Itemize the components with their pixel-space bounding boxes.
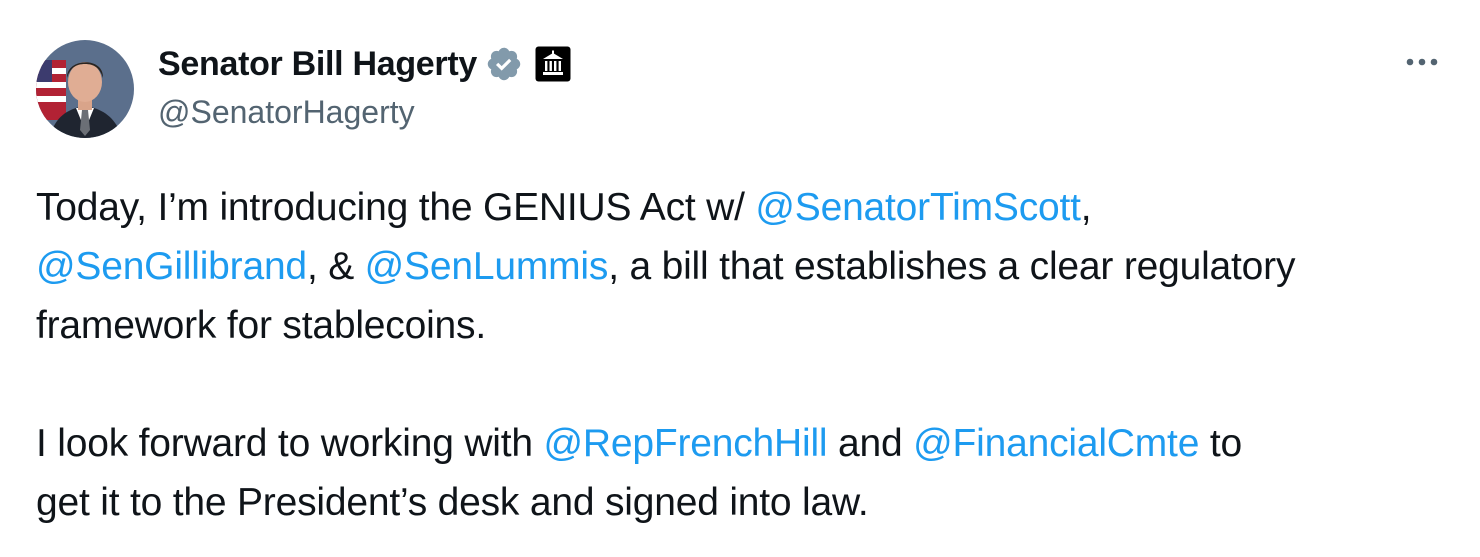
tweet-text-segment: and	[827, 422, 914, 465]
avatar[interactable]	[36, 40, 134, 138]
tweet-line: I look forward to working with @RepFrenc…	[36, 414, 1456, 473]
avatar-photo	[36, 40, 134, 138]
mention-repfrenchhill[interactable]: @RepFrenchHill	[544, 422, 828, 465]
tweet-line: get it to the President’s desk and signe…	[36, 473, 1456, 532]
verified-badge-icon	[485, 45, 523, 83]
tweet-text-segment: , &	[306, 245, 365, 288]
tweet-text-segment: Today, I’m introducing the GENIUS Act w/	[36, 186, 756, 229]
tweet-text-segment: , a bill that establishes a clear regula…	[608, 245, 1296, 288]
government-building-icon[interactable]	[535, 46, 571, 82]
tweet-line: @SenGillibrand, & @SenLummis, a bill tha…	[36, 237, 1456, 296]
author-name-row: Senator Bill Hagerty	[158, 42, 571, 86]
tweet-text-segment: to	[1199, 422, 1242, 465]
tweet-text: Today, I’m introducing the GENIUS Act w/…	[36, 178, 1456, 532]
tweet-text-segment: I look forward to working with	[36, 422, 544, 465]
tweet-card: Senator Bill Hagerty @SenatorHagerty Tod…	[0, 0, 1480, 557]
display-name[interactable]: Senator Bill Hagerty	[158, 45, 477, 84]
more-options-icon	[1406, 58, 1438, 66]
mention-senlummis[interactable]: @SenLummis	[365, 245, 609, 288]
more-options-button[interactable]	[1400, 44, 1444, 80]
mention-senatortimscott[interactable]: @SenatorTimScott	[755, 186, 1081, 229]
author-handle[interactable]: @SenatorHagerty	[158, 94, 415, 131]
paragraph-break	[36, 355, 1456, 414]
tweet-text-segment: framework for stablecoins.	[36, 304, 486, 347]
tweet-text-segment: get it to the President’s desk and signe…	[36, 481, 869, 524]
mention-sengillibrand[interactable]: @SenGillibrand	[36, 245, 307, 288]
tweet-text-segment: ,	[1080, 186, 1092, 229]
tweet-line: Today, I’m introducing the GENIUS Act w/…	[36, 178, 1456, 237]
tweet-line: framework for stablecoins.	[36, 296, 1456, 355]
mention-financialcmte[interactable]: @FinancialCmte	[913, 422, 1199, 465]
